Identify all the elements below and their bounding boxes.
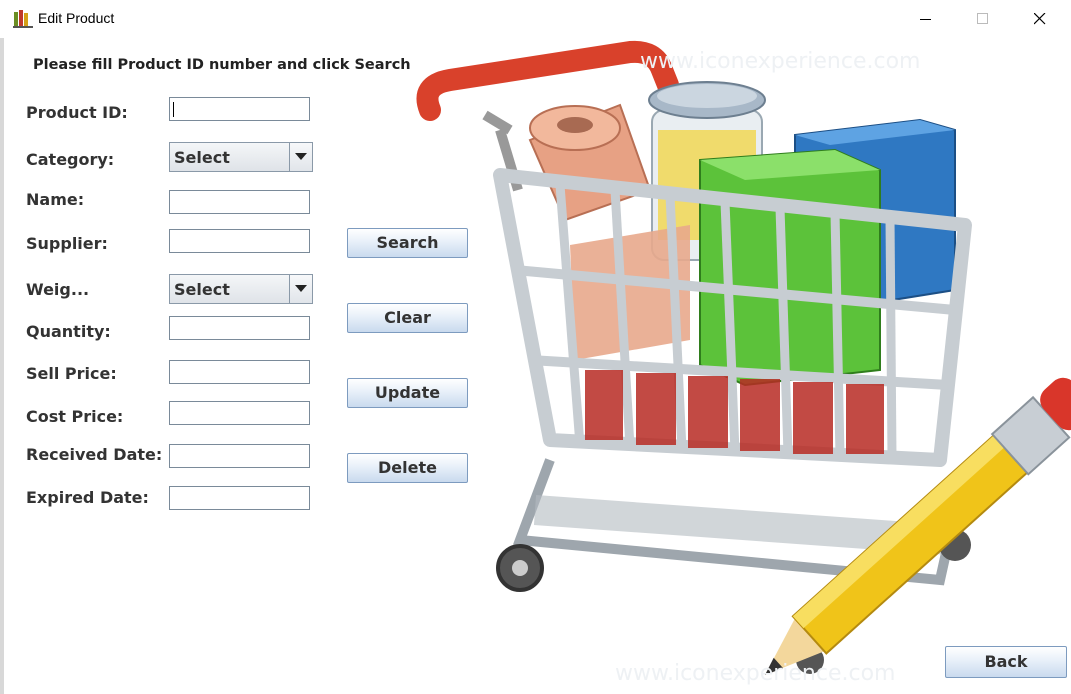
update-button[interactable]: Update [347,378,468,408]
weight-select[interactable]: Select [169,274,313,304]
received-date-input[interactable] [169,444,310,468]
window-left-edge [0,0,4,694]
shopping-cart-with-pencil-icon: www.iconexperience.com www.iconexperienc… [416,40,1071,686]
product-id-input[interactable] [169,97,310,121]
svg-text:www.iconexperience.com: www.iconexperience.com [615,661,895,686]
category-label: Category: [26,150,115,169]
supplier-label: Supplier: [26,234,108,253]
weight-select-value: Select [174,280,230,299]
sell-price-label: Sell Price: [26,364,117,383]
chevron-down-icon [295,153,307,160]
name-label: Name: [26,190,85,209]
svg-text:www.iconexperience.com: www.iconexperience.com [640,49,920,74]
title-bar: Edit Product [0,0,1071,38]
minimize-button[interactable] [897,0,955,38]
chevron-down-icon [295,285,307,292]
product-id-label: Product ID: [26,103,128,122]
app-icon [13,10,33,28]
weight-dropdown-button[interactable] [289,275,312,303]
window-title: Edit Product [38,10,115,26]
name-input[interactable] [169,190,310,214]
back-button[interactable]: Back [945,646,1067,678]
search-button[interactable]: Search [347,228,468,258]
quantity-input[interactable] [169,316,310,340]
category-dropdown-button[interactable] [289,143,312,171]
minimize-icon [920,19,931,20]
delete-button[interactable]: Delete [347,453,468,483]
maximize-button[interactable] [954,0,1012,38]
maximize-icon [977,13,988,24]
close-button[interactable] [1011,0,1069,38]
quantity-label: Quantity: [26,322,111,341]
instruction-text: Please fill Product ID number and click … [33,57,411,73]
supplier-input[interactable] [169,229,310,253]
expired-date-label: Expired Date: [26,488,149,507]
cost-price-input[interactable] [169,401,310,425]
weight-label: Weig... [26,280,90,299]
category-select-value: Select [174,148,230,167]
cost-price-label: Cost Price: [26,407,124,426]
sell-price-input[interactable] [169,360,310,384]
category-select[interactable]: Select [169,142,313,172]
expired-date-input[interactable] [169,486,310,510]
received-date-label: Received Date: [26,445,163,464]
close-icon [1034,13,1046,25]
clear-button[interactable]: Clear [347,303,468,333]
